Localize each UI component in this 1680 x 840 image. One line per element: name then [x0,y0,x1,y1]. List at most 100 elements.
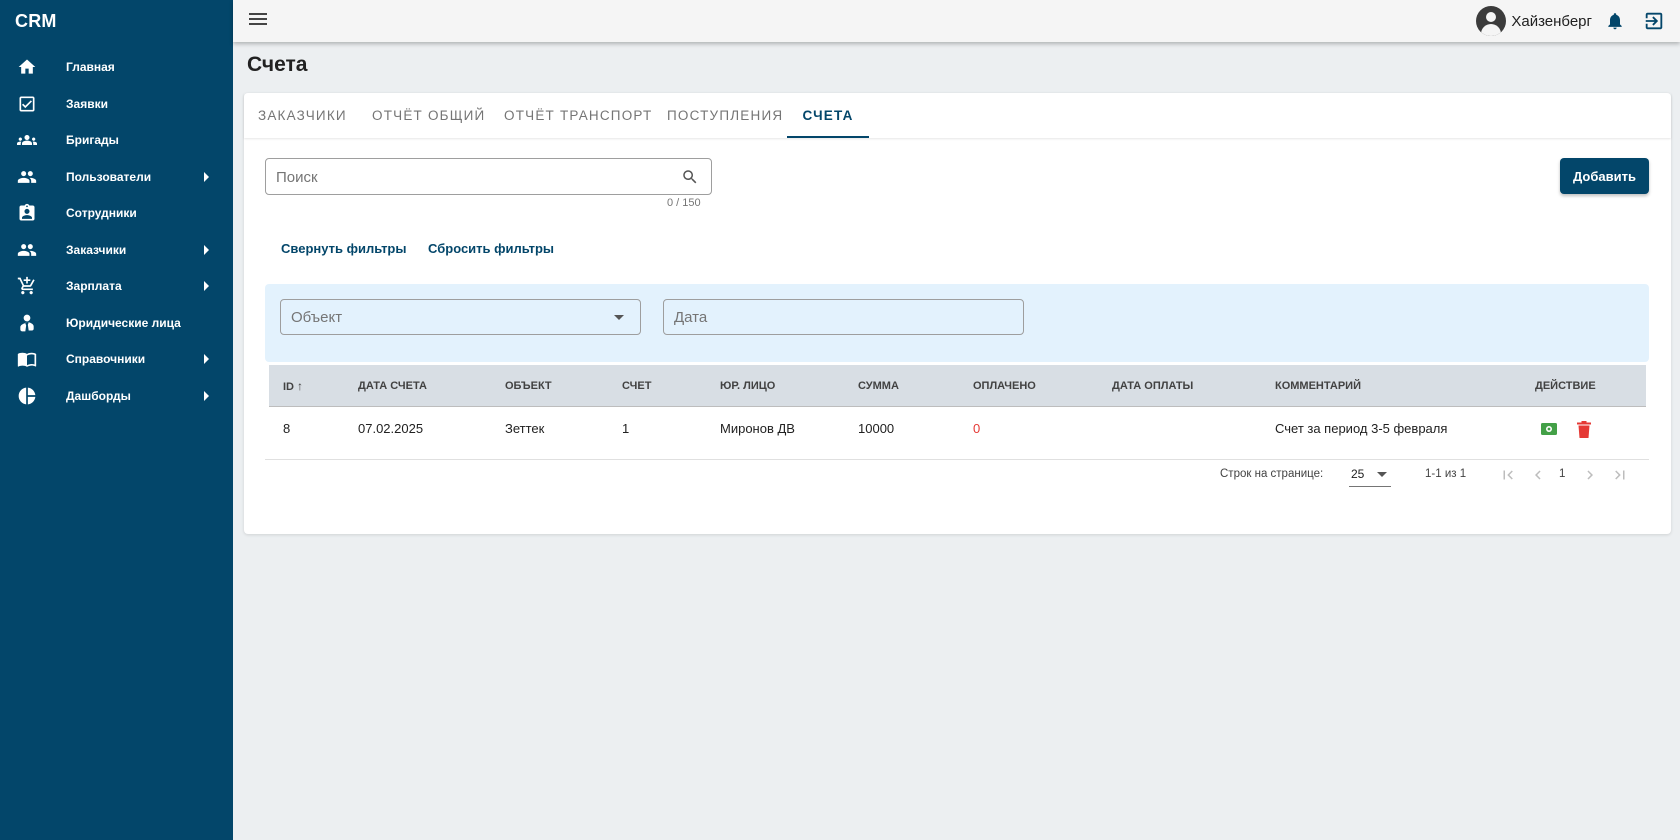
sidebar-item-requests[interactable]: Заявки [0,86,233,123]
people-icon [16,166,38,188]
column-header-pay-date[interactable]: Дата оплаты [1112,365,1193,407]
add-button[interactable]: Добавить [1560,158,1649,194]
cell-id: 8 [283,421,291,436]
logout-icon[interactable] [1643,10,1665,32]
home-icon [16,56,38,78]
prev-page-icon[interactable] [1529,466,1547,484]
sidebar-item-salary[interactable]: Зарплата [0,268,233,305]
chevron-down-icon [1377,472,1387,477]
checkbox-icon [16,93,38,115]
page-title: Счета [247,53,308,76]
column-header-object[interactable]: Объект [505,365,552,407]
rows-per-page-label: Строк на странице: [1220,468,1324,480]
table-row[interactable]: 8 07.02.2025 Зеттек 1 Миронов ДВ 10000 0… [269,407,1646,453]
sidebar-nav: Главная Заявки Бригады Пользователи Сотр… [0,49,233,414]
reset-filters-button[interactable]: Сбросить фильтры [428,241,554,256]
table-divider [265,459,1649,460]
search-counter: 0 / 150 [667,197,701,209]
topbar: Хайзенберг [233,0,1680,42]
cell-comment: Счет за период 3-5 февраля [1275,421,1448,436]
object-select[interactable]: Объект [280,299,641,335]
current-page: 1 [1559,468,1566,480]
sidebar-item-directories[interactable]: Справочники [0,341,233,378]
column-header-entity[interactable]: Юр. лицо [720,365,775,407]
search-field [265,158,712,195]
column-header-actions: Действие [1535,380,1596,392]
pagination-range: 1-1 из 1 [1425,468,1467,480]
rows-per-page-value: 25 [1351,467,1365,481]
cell-object: Зеттек [505,421,545,436]
sidebar-item-label: Юридические лица [66,315,181,330]
sidebar-item-customers[interactable]: Заказчики [0,232,233,269]
date-field[interactable]: Дата [663,299,1024,335]
cell-date: 07.02.2025 [358,421,424,436]
sidebar: CRM Главная Заявки Бригады Пользователи … [0,0,233,840]
group-icon [16,129,38,151]
column-header-date[interactable]: Дата счета [358,365,427,407]
book-icon [16,348,38,370]
sidebar-item-home[interactable]: Главная [0,49,233,86]
tab-report-transport[interactable]: Отчёт транспорт [504,93,652,138]
sidebar-item-label: Главная [66,60,115,75]
username: Хайзенберг [1511,12,1592,30]
pie-chart-icon [16,385,38,407]
menu-icon[interactable] [249,13,267,27]
sidebar-item-dashboards[interactable]: Дашборды [0,378,233,415]
cart-icon [16,275,38,297]
user-menu[interactable]: Хайзенберг [1476,6,1592,36]
caret-right-icon [204,390,209,401]
filters-panel: Объект Дата [265,284,1649,362]
person-tie-icon [16,312,38,334]
table-header: ID ↑ Дата счета Объект Счет Юр. лицо Сумм… [269,365,1646,407]
sidebar-item-label: Заказчики [66,242,127,257]
arrow-up-icon: ↑ [297,379,303,393]
tab-invoices[interactable]: Счета [787,93,869,138]
badge-icon [16,202,38,224]
sidebar-item-users[interactable]: Пользователи [0,159,233,196]
tab-receipts[interactable]: Поступления [667,93,783,138]
tab-bar: Заказчики Отчёт общий Отчёт транспорт По… [244,93,1671,138]
object-select-placeholder: Объект [291,309,343,326]
sidebar-item-legal-entities[interactable]: Юридические лица [0,305,233,342]
main-card: Заказчики Отчёт общий Отчёт транспорт По… [244,93,1671,534]
search-input[interactable] [276,167,666,187]
people-icon [16,239,38,261]
sidebar-item-label: Бригады [66,133,119,148]
search-icon[interactable] [681,168,699,186]
date-field-placeholder: Дата [674,309,708,326]
column-header-comment[interactable]: Комментарий [1275,365,1361,407]
delete-icon[interactable] [1577,421,1591,438]
sidebar-item-label: Пользователи [66,169,152,184]
sidebar-item-label: Зарплата [66,279,122,294]
column-header-amount[interactable]: Сумма [858,365,899,407]
column-header-invoice[interactable]: Счет [622,365,651,407]
brand-logo: CRM [15,11,57,31]
sidebar-item-employees[interactable]: Сотрудники [0,195,233,232]
chevron-down-icon [614,315,624,320]
caret-right-icon [204,171,209,182]
sidebar-item-label: Дашборды [66,388,131,403]
caret-right-icon [204,354,209,365]
last-page-icon[interactable] [1611,466,1629,484]
column-header-paid[interactable]: Оплачено [973,365,1036,407]
cell-amount: 10000 [858,421,895,436]
sidebar-item-brigades[interactable]: Бригады [0,122,233,159]
cell-paid: 0 [973,421,981,436]
sidebar-item-label: Справочники [66,352,146,367]
tab-customers[interactable]: Заказчики [258,93,347,138]
rows-per-page-select[interactable]: 25 [1349,467,1391,487]
cell-entity: Миронов ДВ [720,421,795,436]
avatar [1476,6,1507,36]
payment-icon[interactable] [1541,423,1557,435]
bell-icon[interactable] [1605,11,1625,31]
sidebar-item-label: Сотрудники [66,206,137,221]
tab-report-general[interactable]: Отчёт общий [372,93,485,138]
collapse-filters-button[interactable]: Свернуть фильтры [281,241,406,256]
column-header-id[interactable]: ID ↑ [283,365,303,407]
first-page-icon[interactable] [1499,466,1517,484]
caret-right-icon [204,244,209,255]
cell-invoice: 1 [622,421,630,436]
next-page-icon[interactable] [1581,466,1599,484]
sidebar-item-label: Заявки [66,96,108,111]
caret-right-icon [204,281,209,292]
